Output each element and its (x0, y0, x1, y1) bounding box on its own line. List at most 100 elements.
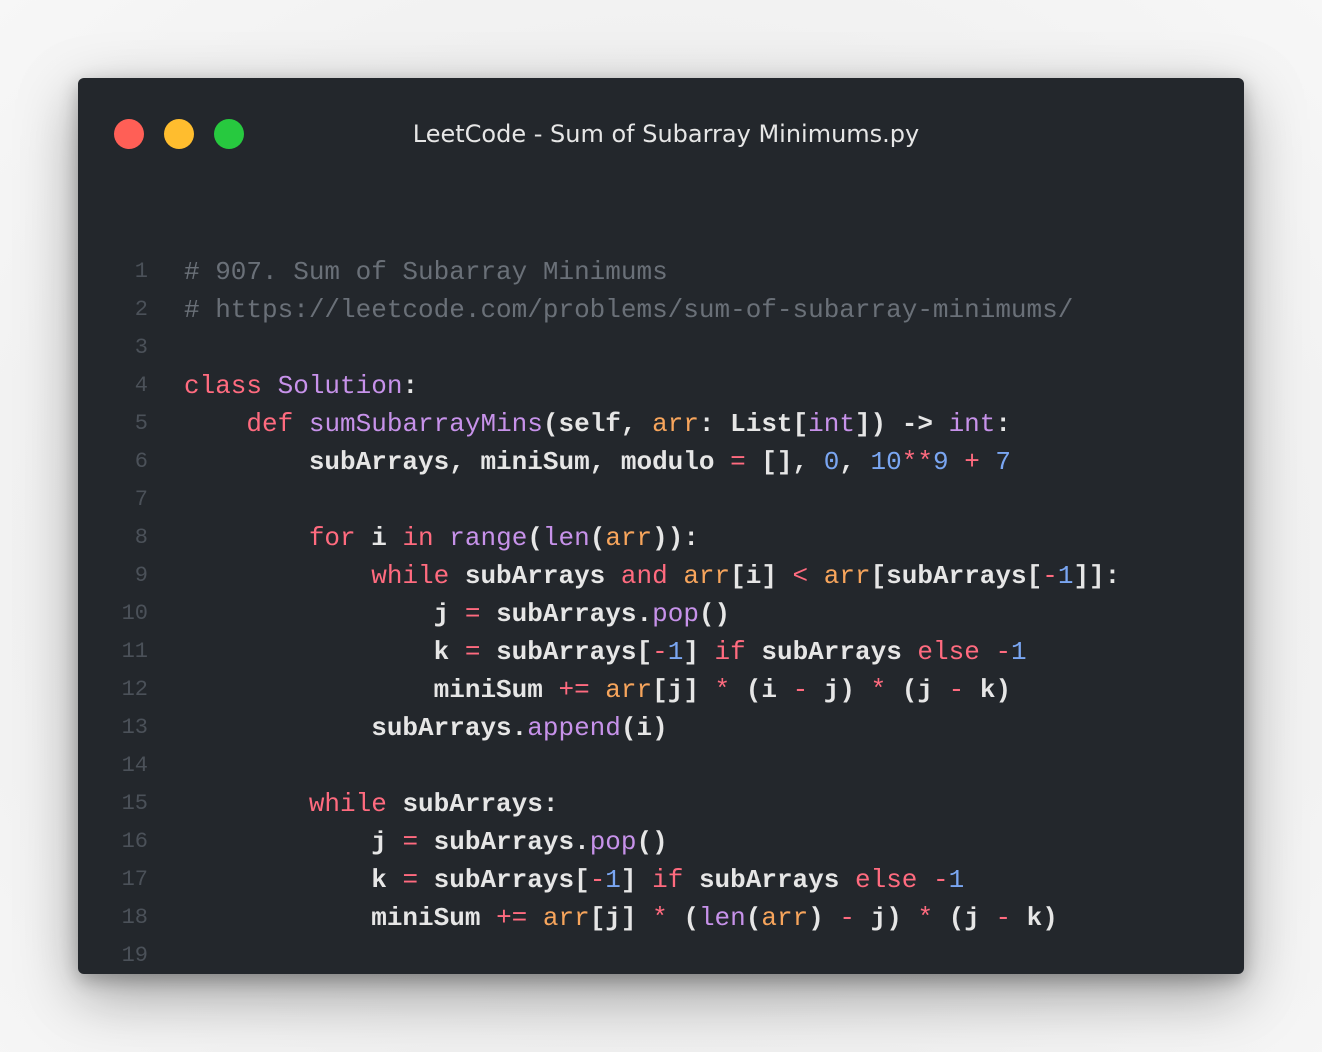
code-token: - (995, 903, 1012, 933)
code-token: while (371, 561, 450, 591)
code-token: * (870, 675, 887, 705)
code-token: 1 (1057, 561, 1074, 591)
code-token: = (730, 447, 746, 477)
code-token: subArrays, miniSum, modulo (184, 447, 731, 477)
code-line: 18 miniSum += arr[j] * (len(arr) - j) * … (78, 899, 1244, 937)
code-token: : (402, 371, 419, 401)
code-token: : List[ (698, 409, 809, 439)
line-number: 4 (134, 373, 148, 398)
code-token: - (948, 675, 965, 705)
code-text: k = subArrays[-1] if subArrays else -1 (184, 633, 1027, 671)
code-token: ** (901, 447, 933, 477)
code-token: [subArrays[ (870, 561, 1043, 591)
code-token: (i (730, 675, 793, 705)
code-text: def sumSubarrayMins(self, arr: List[int]… (184, 405, 1011, 443)
code-token: miniSum (184, 903, 497, 933)
code-line: 4 class Solution: (78, 367, 1244, 405)
code-token: subArrays[ (418, 865, 590, 895)
code-token: < (792, 561, 809, 591)
code-token: ]) -> (854, 409, 949, 439)
line-number: 16 (121, 829, 148, 854)
code-line: 13 subArrays.append(i) (78, 709, 1244, 747)
code-token: for (308, 523, 356, 553)
code-line: 2 # https://leetcode.com/problems/sum-of-… (78, 291, 1244, 329)
code-token: (j (886, 675, 949, 705)
code-token: 1 (605, 865, 621, 895)
code-token: ]]: (1073, 561, 1121, 591)
code-token: append (527, 713, 621, 743)
code-token: int (948, 409, 996, 439)
code-token: - (589, 865, 606, 895)
line-number: 8 (134, 525, 148, 550)
code-token: else (917, 637, 980, 667)
code-text: j = subArrays.pop() (184, 595, 731, 633)
code-token: k (184, 865, 403, 895)
code-token: ] (620, 865, 653, 895)
code-token: # 907. Sum of Subarray Minimums (184, 257, 668, 287)
code-token: (i) (620, 713, 668, 743)
code-token: = (464, 599, 481, 629)
code-token: ) (808, 903, 840, 933)
code-token: () (636, 827, 668, 857)
code-token: (j (933, 903, 996, 933)
code-token: , (839, 447, 871, 477)
line-number: 3 (134, 335, 148, 360)
code-line: 12 miniSum += arr[j] * (i - j) * (j - k) (78, 671, 1244, 709)
code-token: 1 (1011, 637, 1027, 667)
code-token: class (184, 371, 278, 401)
code-token: subArrays (449, 561, 621, 591)
code-token: len (698, 903, 746, 933)
code-token: sumSubarrayMins (308, 409, 543, 439)
code-token: += (496, 903, 528, 933)
line-number: 6 (134, 449, 148, 474)
code-token: ( (745, 903, 762, 933)
code-token: j (184, 827, 403, 857)
line-number: 14 (121, 753, 148, 778)
code-token: arr (542, 903, 590, 933)
code-token: j) (808, 675, 871, 705)
code-line: 1 # 907. Sum of Subarray Minimums (78, 253, 1244, 291)
code-text: class Solution: (184, 367, 418, 405)
code-token: 9 (932, 447, 949, 477)
code-token: arr (683, 561, 731, 591)
code-token: - (792, 675, 809, 705)
code-token: j) (855, 903, 918, 933)
code-token: in (402, 523, 434, 553)
code-token: subArrays[ (480, 637, 653, 667)
line-number: 11 (121, 639, 148, 664)
code-text: # 907. Sum of Subarray Minimums (184, 253, 668, 291)
code-token: len (542, 523, 590, 553)
title-bar: LeetCode - Sum of Subarray Minimums.py (78, 78, 1244, 188)
code-token: = (402, 865, 419, 895)
code-token: [], (745, 447, 824, 477)
code-line: 7 (78, 481, 1244, 519)
code-line: 19 (78, 937, 1244, 974)
code-window: LeetCode - Sum of Subarray Minimums.py 1… (78, 78, 1244, 974)
code-token: # https://leetcode.com/problems/sum-of-s… (184, 295, 1074, 325)
code-token: 0 (823, 447, 840, 477)
code-token: k (184, 637, 465, 667)
code-text: miniSum += arr[j] * (i - j) * (j - k) (184, 671, 1011, 709)
code-token: arr (652, 409, 699, 439)
code-line: 6 subArrays, miniSum, modulo = [], 0, 10… (78, 443, 1244, 481)
code-line: 8 for i in range(len(arr)): (78, 519, 1244, 557)
code-token: () (698, 599, 731, 629)
code-editor[interactable]: 1 # 907. Sum of Subarray Minimums 2 # https… (78, 253, 1244, 974)
code-token: - (652, 637, 668, 667)
code-token: ] (683, 637, 715, 667)
code-token: : (995, 409, 1011, 439)
code-text: # https://leetcode.com/problems/sum-of-s… (184, 291, 1073, 329)
code-token: subArrays (683, 865, 855, 895)
code-token: [j] (589, 903, 653, 933)
code-token: int (808, 409, 855, 439)
code-token: * (652, 903, 668, 933)
line-number: 1 (134, 259, 148, 284)
